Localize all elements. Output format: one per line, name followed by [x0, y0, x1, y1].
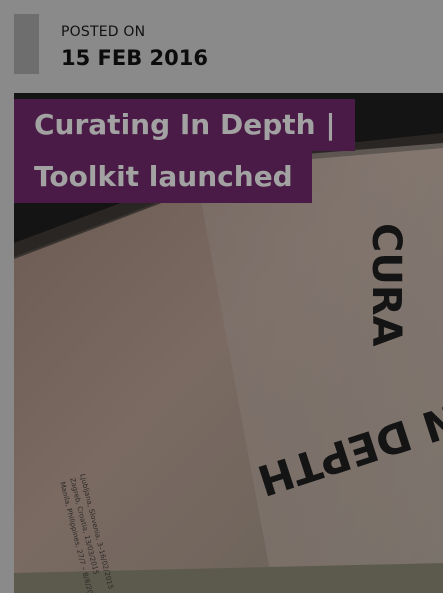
post-title-line-2[interactable]: Toolkit launched — [14, 151, 312, 203]
post-title[interactable]: Curating In Depth | Toolkit launched — [14, 99, 355, 203]
date-accent-bar — [14, 14, 39, 74]
cover-title-top: CURA — [363, 223, 409, 347]
posted-on-label: POSTED ON — [61, 24, 146, 40]
post-date: 15 FEB 2016 — [61, 46, 208, 70]
post-date-block: POSTED ON 15 FEB 2016 — [14, 14, 434, 76]
post-title-line-1[interactable]: Curating In Depth | — [14, 99, 355, 151]
